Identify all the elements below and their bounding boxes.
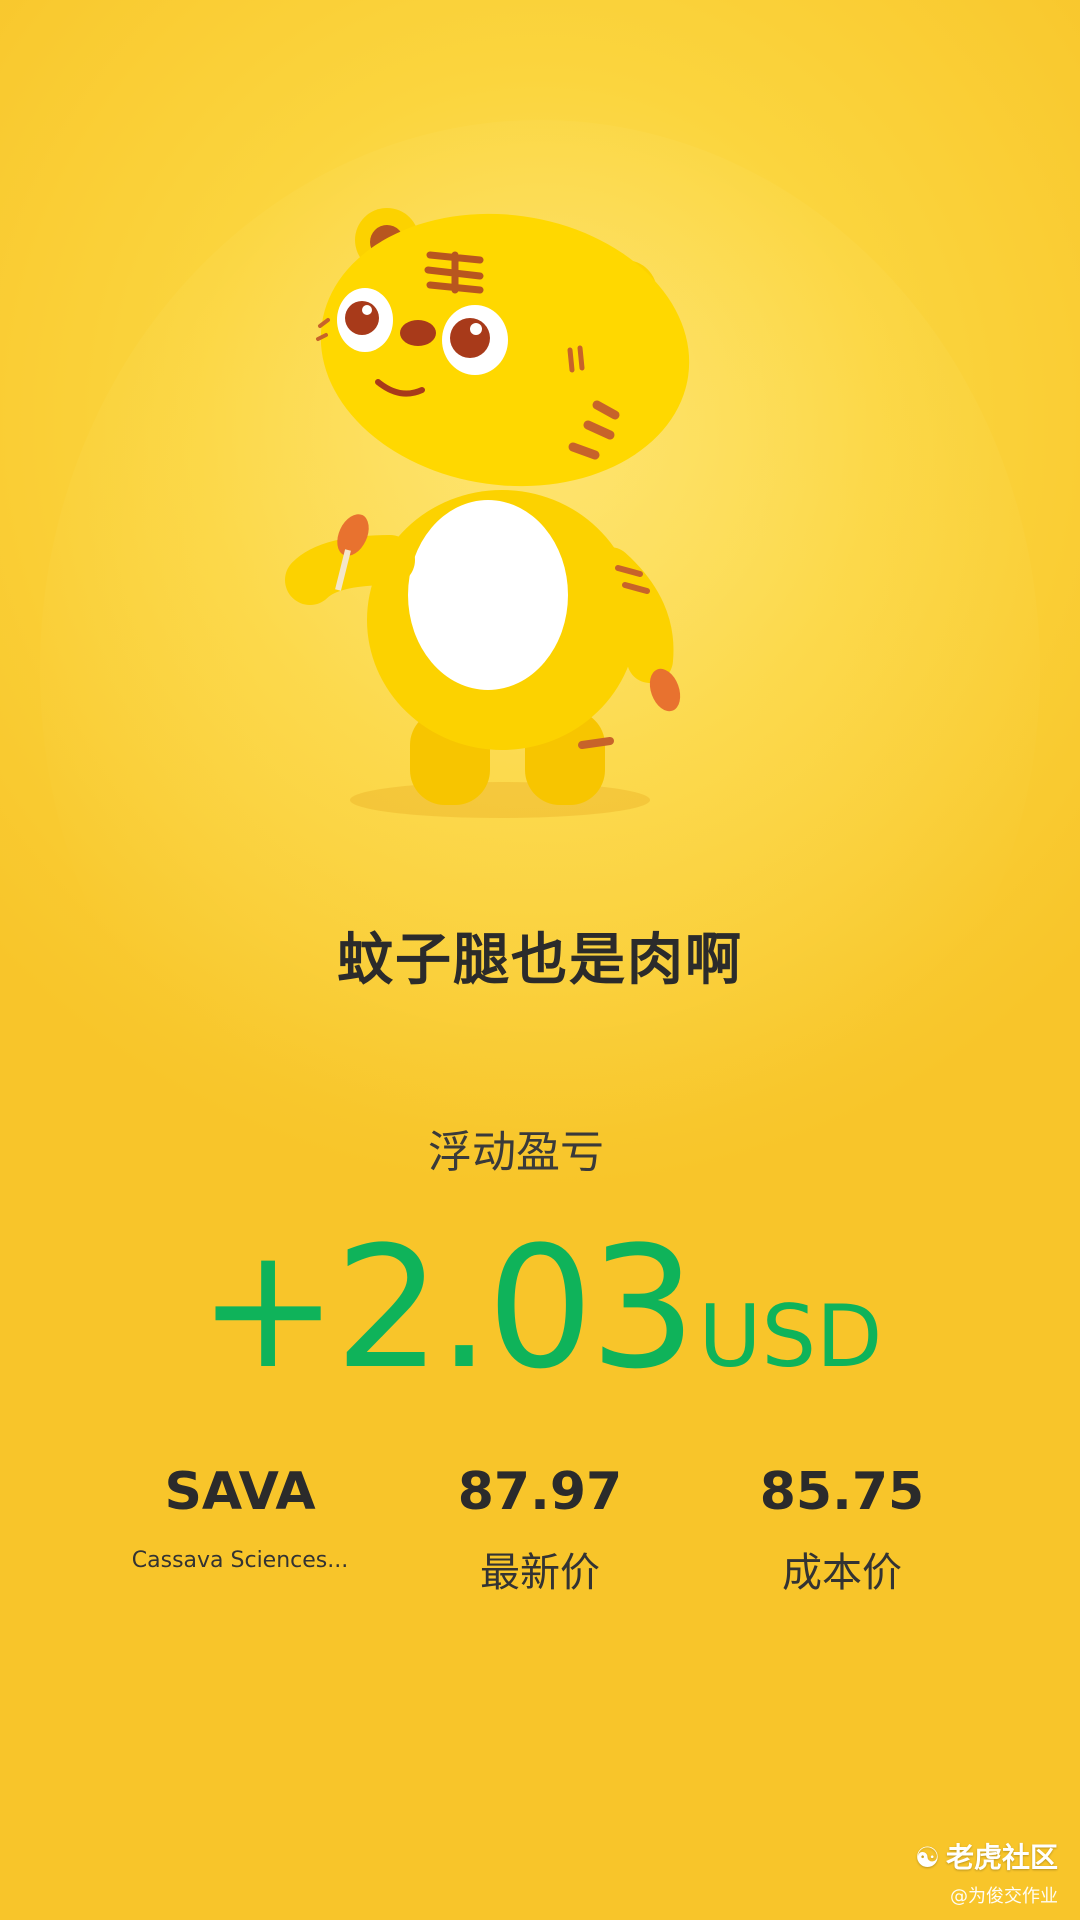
latest-price-value: 87.97 [457, 1462, 623, 1522]
floating-pl-label: 浮动盈亏 [428, 1127, 604, 1178]
latest-price-label: 最新价 [480, 1550, 600, 1596]
latest-price: 87.97 最新价 [440, 1462, 640, 1598]
floating-pl-unit: USD [698, 1287, 883, 1387]
tiger-mascot-image [270, 190, 790, 840]
watermark-user: @为俊交作业 [950, 1886, 1058, 1907]
floating-pl-value: +2.03USD [0, 1210, 1080, 1406]
stock-ticker: SAVA [164, 1462, 316, 1522]
watermark-brand: ☯ 老虎社区 [915, 1836, 1058, 1876]
cost-price-label: 成本价 [782, 1550, 902, 1596]
stock-name: Cassava Sciences... [131, 1548, 349, 1573]
watermark: ☯ 老虎社区 @为俊交作业 [915, 1836, 1058, 1908]
tiger-paw-icon: ☯ [914, 1841, 940, 1874]
tiger-mascot-icon [285, 208, 690, 818]
cost-price: 85.75 成本价 [742, 1462, 942, 1598]
cost-price-value: 85.75 [759, 1462, 925, 1522]
watermark-brand-text: 老虎社区 [945, 1841, 1058, 1874]
floating-pl-amount: +2.03 [197, 1210, 697, 1406]
stock-info: SAVA Cassava Sciences... [120, 1462, 360, 1573]
nickname-title: 蚊子腿也是肉啊 [337, 928, 743, 993]
